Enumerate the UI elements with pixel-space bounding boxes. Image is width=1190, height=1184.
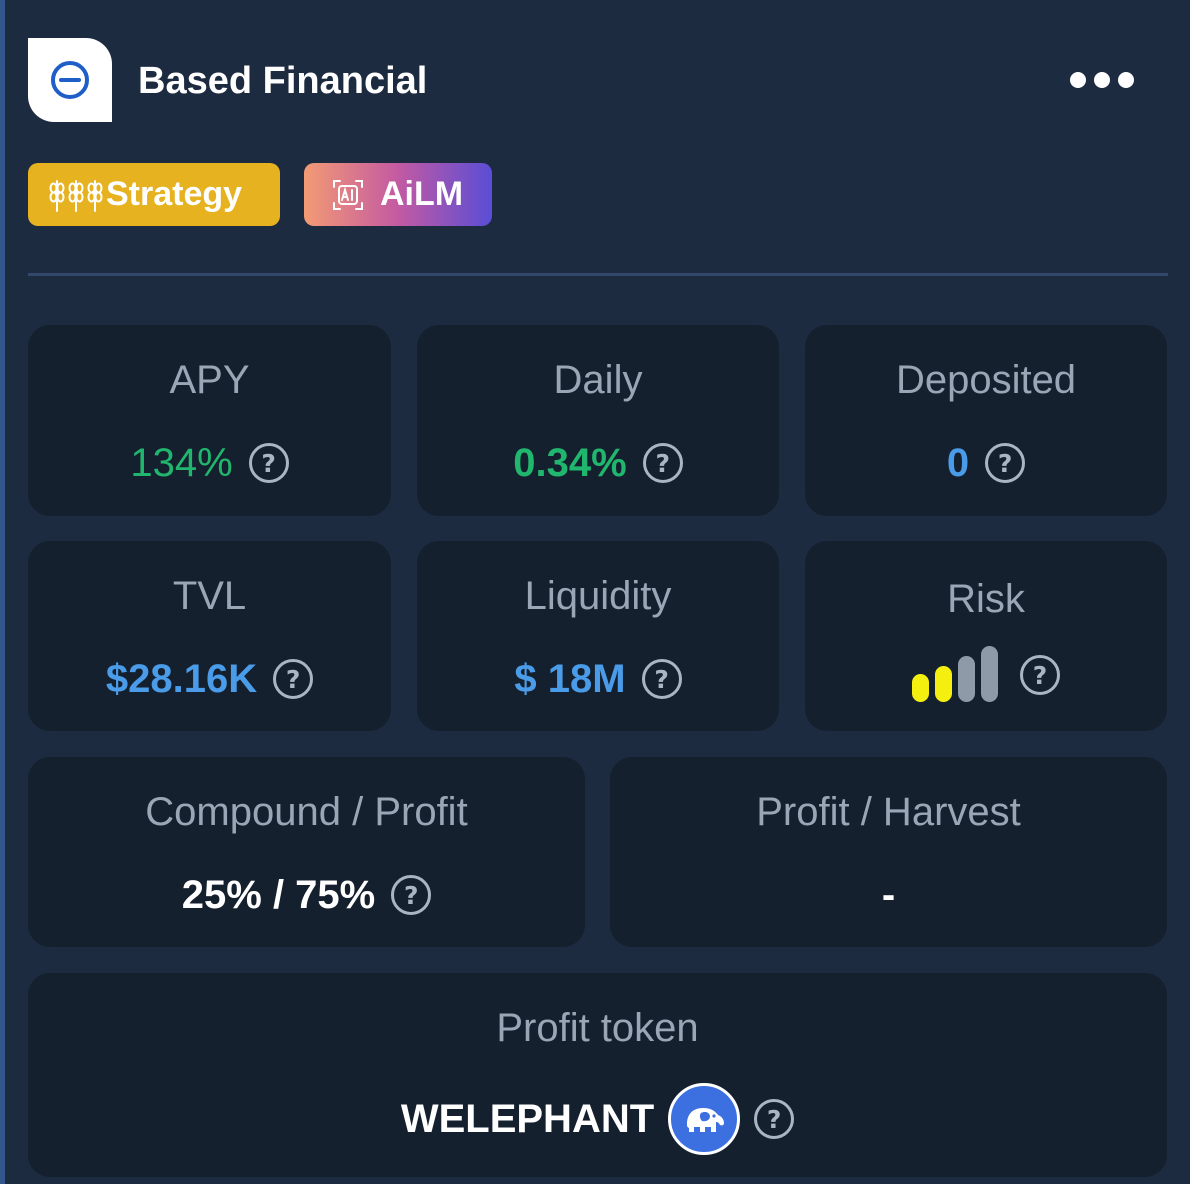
liquidity-value: $ 18M — [514, 657, 626, 701]
ailm-badge-label: AiLM — [380, 175, 464, 213]
risk-card: Risk ? — [805, 541, 1167, 731]
profit-token-help-icon[interactable]: ? — [754, 1099, 795, 1139]
risk-bar — [958, 656, 975, 702]
profit-token-value: WELEPHANT — [400, 1097, 655, 1141]
deposited-help-icon[interactable]: ? — [985, 443, 1026, 483]
strategy-badge-label: Strategy — [106, 175, 243, 213]
ailm-badge[interactable]: AiLM — [304, 163, 492, 226]
app-logo — [28, 38, 112, 122]
daily-card: Daily 0.34% ? — [417, 325, 779, 516]
ellipsis-icon — [1070, 72, 1086, 88]
ai-chip-icon — [333, 179, 363, 210]
profit-harvest-card: Profit / Harvest - — [610, 757, 1167, 947]
daily-value: 0.34% — [513, 441, 627, 485]
left-edge-accent — [0, 0, 5, 1184]
tvl-value: $28.16K — [105, 657, 258, 701]
apy-help-icon[interactable]: ? — [248, 443, 289, 483]
tvl-label: TVL — [172, 574, 247, 618]
deposited-value: 0 — [946, 441, 970, 485]
risk-level-indicator — [912, 646, 998, 702]
more-options-button[interactable] — [1062, 62, 1142, 98]
risk-help-icon[interactable]: ? — [1020, 655, 1060, 695]
section-divider — [28, 273, 1168, 276]
liquidity-help-icon[interactable]: ? — [641, 659, 682, 699]
apy-card: APY 134% ? — [28, 325, 391, 516]
apy-label: APY — [169, 358, 250, 402]
deposited-label: Deposited — [895, 358, 1077, 402]
daily-help-icon[interactable]: ? — [642, 443, 683, 483]
app-title: Based Financial — [138, 60, 428, 102]
profit-harvest-value: - — [881, 873, 896, 917]
profit-token-card: Profit token WELEPHANT ? — [28, 973, 1167, 1177]
elephant-icon[interactable] — [668, 1083, 741, 1155]
wheat-icon — [49, 179, 103, 212]
risk-bar — [912, 674, 929, 702]
strategy-badge[interactable]: Strategy — [28, 163, 280, 226]
daily-label: Daily — [553, 358, 643, 402]
risk-bar — [981, 646, 998, 702]
tvl-card: TVL $28.16K ? — [28, 541, 391, 731]
compound-profit-card: Compound / Profit 25% / 75% ? — [28, 757, 585, 947]
risk-bar — [935, 666, 952, 702]
circle-minus-icon — [51, 61, 89, 99]
compound-profit-value: 25% / 75% — [181, 873, 376, 917]
apy-value: 134% — [130, 441, 233, 485]
deposited-card: Deposited 0 ? — [805, 325, 1167, 516]
tvl-help-icon[interactable]: ? — [273, 659, 314, 699]
profit-token-label: Profit token — [496, 1006, 699, 1050]
profit-harvest-label: Profit / Harvest — [756, 790, 1021, 834]
liquidity-card: Liquidity $ 18M ? — [417, 541, 779, 731]
risk-label: Risk — [947, 577, 1025, 621]
compound-profit-label: Compound / Profit — [145, 790, 468, 834]
compound-profit-help-icon[interactable]: ? — [391, 875, 432, 915]
liquidity-label: Liquidity — [524, 574, 672, 618]
